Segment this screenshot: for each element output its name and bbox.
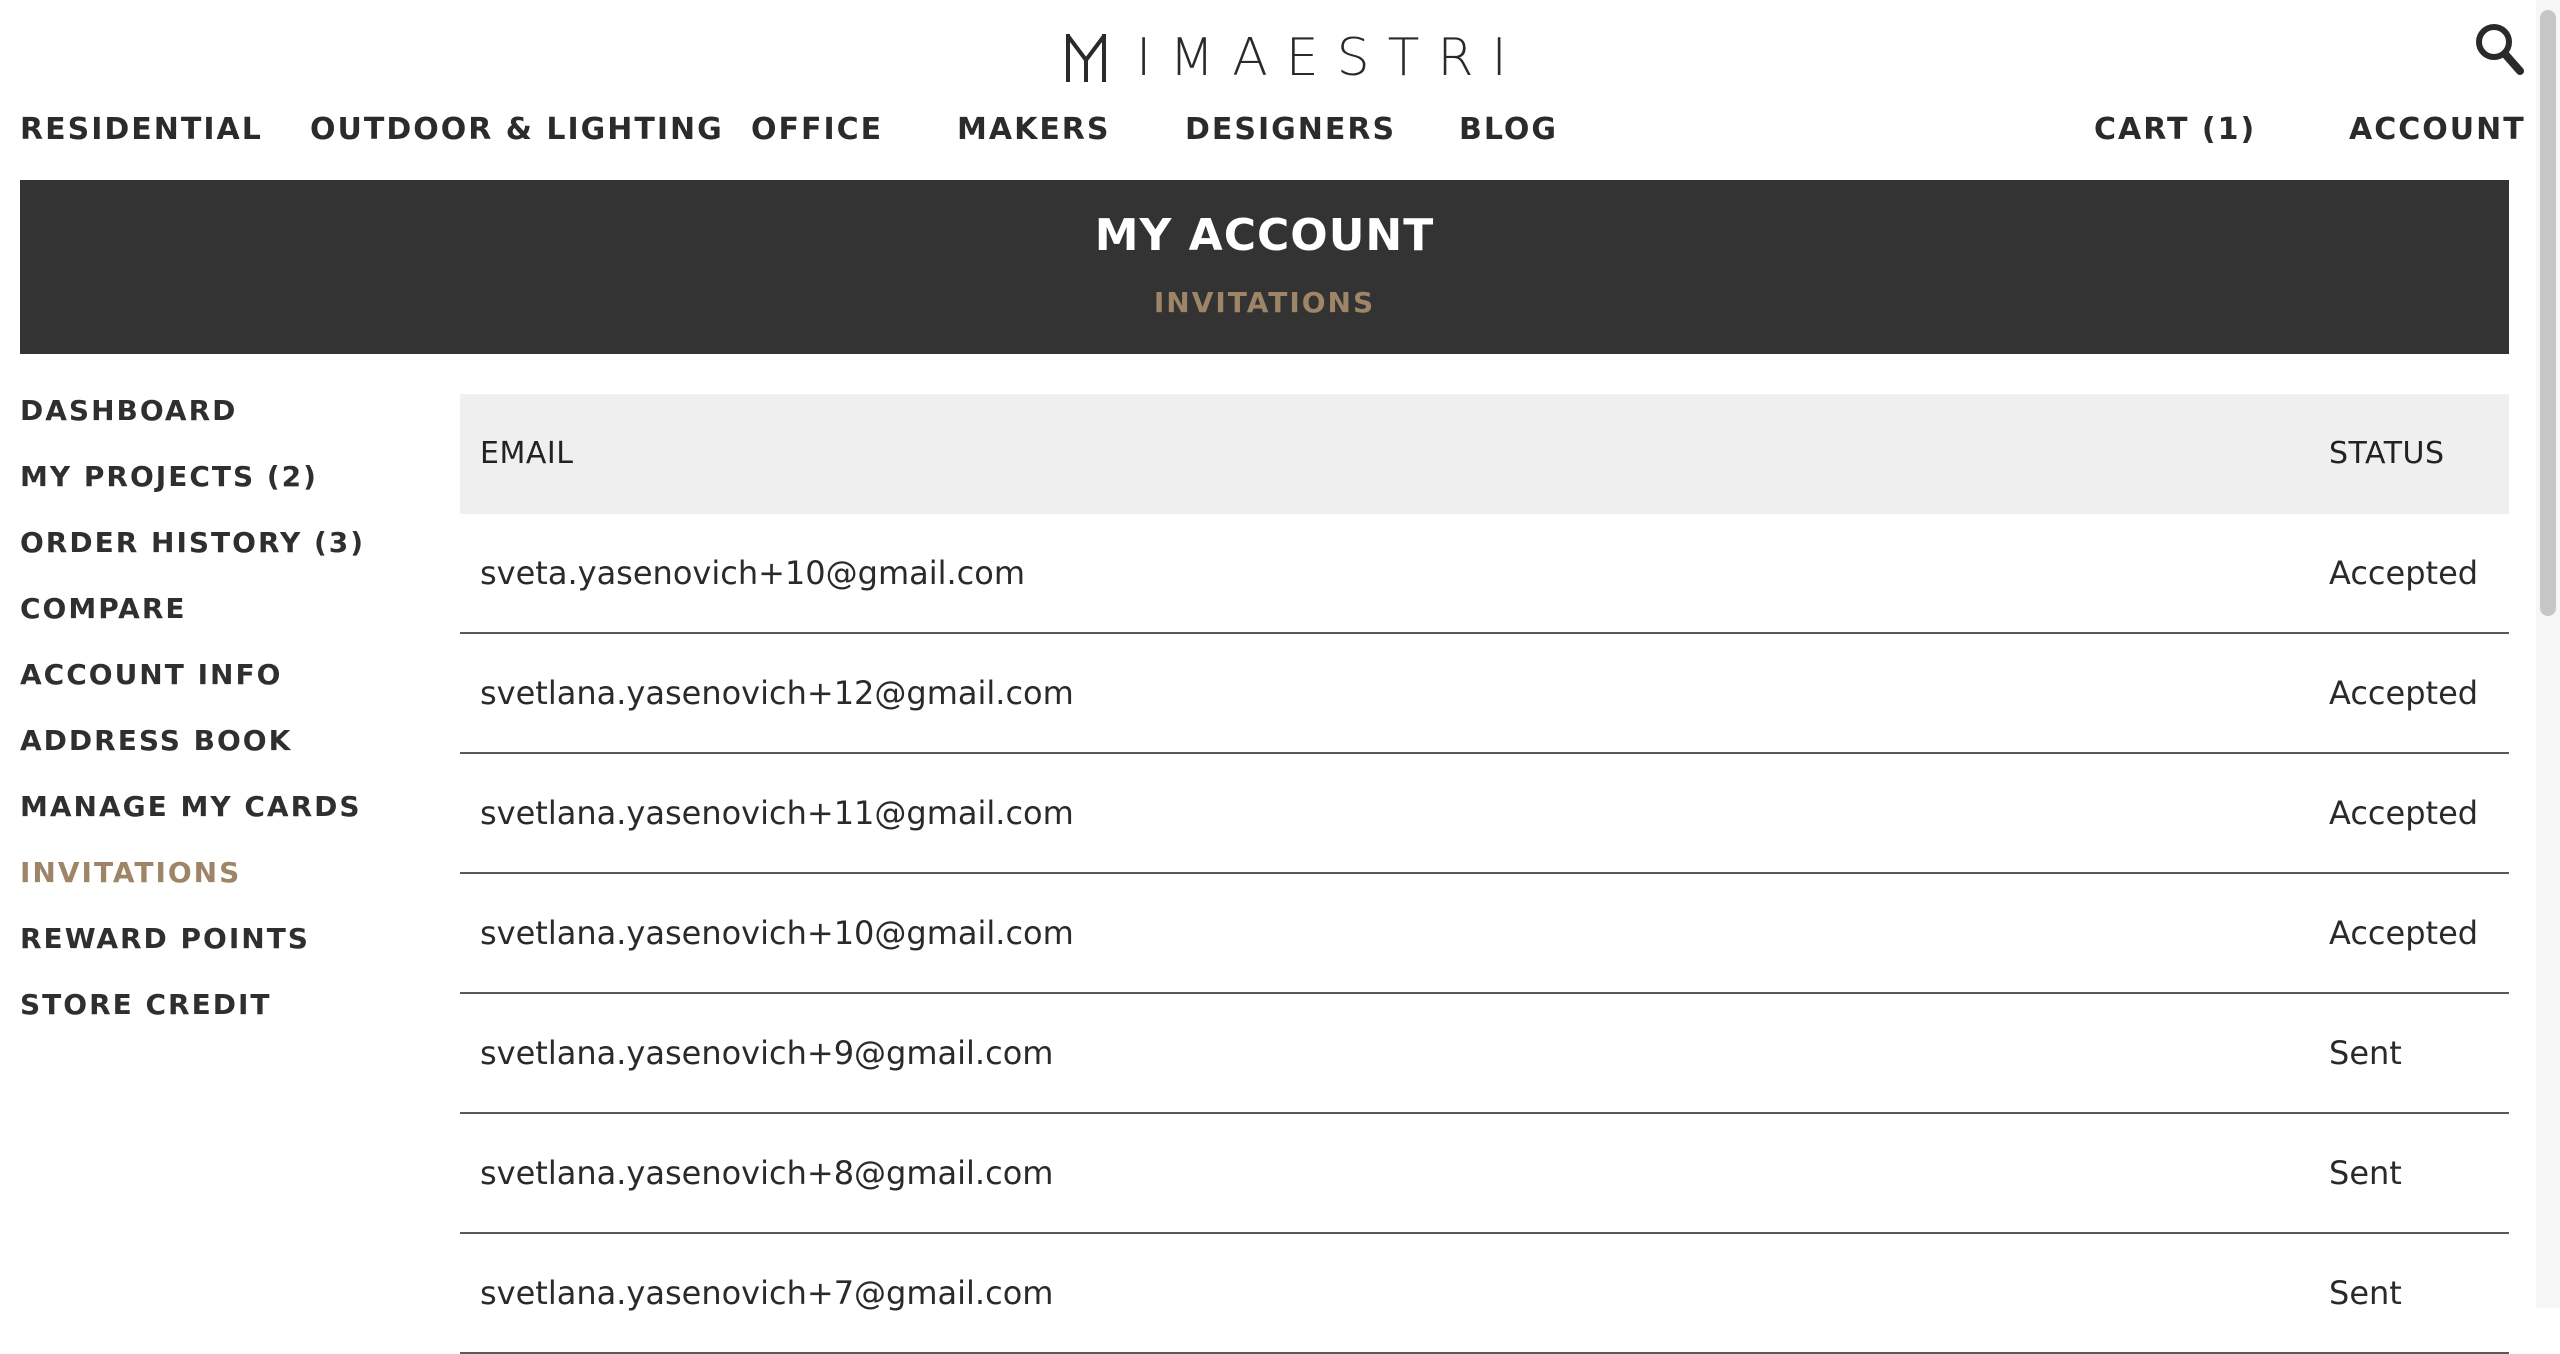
column-header-status: STATUS (2329, 436, 2445, 471)
nav-blog[interactable]: BLOG (1459, 112, 1558, 147)
invitations-table: EMAIL STATUS sveta.yasenovich+10@gmail.c… (460, 394, 2509, 1354)
nav-cart[interactable]: CART (1) (2094, 112, 2256, 147)
site-logo[interactable]: IMAESTRI (1064, 28, 1525, 88)
search-icon[interactable] (2474, 22, 2524, 76)
table-header: EMAIL STATUS (460, 394, 2509, 514)
sidebar-item-address-book[interactable]: ADDRESS BOOK (20, 724, 420, 790)
invitation-status: Accepted (2329, 914, 2479, 952)
page-subtitle: INVITATIONS (1153, 286, 1376, 319)
invitation-email: svetlana.yasenovich+9@gmail.com (480, 1034, 1054, 1072)
table-row: svetlana.yasenovich+10@gmail.com Accepte… (460, 874, 2509, 994)
sidebar-item-reward-points[interactable]: REWARD POINTS (20, 922, 420, 988)
page-title: MY ACCOUNT (1094, 210, 1435, 261)
sidebar-item-invitations[interactable]: INVITATIONS (20, 856, 420, 922)
site-header: IMAESTRI RESIDENTIAL OUTDOOR & LIGHTING … (0, 0, 2560, 180)
table-row: sveta.yasenovich+10@gmail.com Accepted (460, 514, 2509, 634)
page-scrollbar[interactable] (2536, 0, 2560, 1308)
table-row: svetlana.yasenovich+7@gmail.com Sent (460, 1234, 2509, 1354)
column-header-email: EMAIL (480, 436, 574, 471)
account-banner: MY ACCOUNT INVITATIONS (20, 180, 2509, 354)
invitation-email: sveta.yasenovich+10@gmail.com (480, 554, 1026, 592)
nav-account[interactable]: ACCOUNT (2349, 112, 2526, 147)
invitation-status: Accepted (2329, 674, 2479, 712)
invitation-email: svetlana.yasenovich+7@gmail.com (480, 1274, 1054, 1312)
sidebar-item-order-history[interactable]: ORDER HISTORY (3) (20, 526, 420, 592)
invitation-email: svetlana.yasenovich+8@gmail.com (480, 1154, 1054, 1192)
sidebar-item-account-info[interactable]: ACCOUNT INFO (20, 658, 420, 724)
invitation-email: svetlana.yasenovich+11@gmail.com (480, 794, 1074, 832)
table-row: svetlana.yasenovich+11@gmail.com Accepte… (460, 754, 2509, 874)
sidebar-item-manage-cards[interactable]: MANAGE MY CARDS (20, 790, 420, 856)
scrollbar-thumb[interactable] (2540, 10, 2556, 616)
invitation-email: svetlana.yasenovich+12@gmail.com (480, 674, 1074, 712)
invitation-status: Accepted (2329, 794, 2479, 832)
nav-office[interactable]: OFFICE (751, 112, 883, 147)
invitation-status: Sent (2329, 1034, 2402, 1072)
sidebar-item-compare[interactable]: COMPARE (20, 592, 420, 658)
invitation-status: Accepted (2329, 554, 2479, 592)
table-row: svetlana.yasenovich+8@gmail.com Sent (460, 1114, 2509, 1234)
account-sidebar: DASHBOARD MY PROJECTS (2) ORDER HISTORY … (20, 394, 420, 1054)
invitation-status: Sent (2329, 1154, 2402, 1192)
table-row: svetlana.yasenovich+12@gmail.com Accepte… (460, 634, 2509, 754)
invitation-status: Sent (2329, 1274, 2402, 1312)
invitation-email: svetlana.yasenovich+10@gmail.com (480, 914, 1074, 952)
sidebar-item-my-projects[interactable]: MY PROJECTS (2) (20, 460, 420, 526)
nav-outdoor-lighting[interactable]: OUTDOOR & LIGHTING (310, 112, 724, 147)
brand-name: IMAESTRI (1136, 28, 1525, 88)
nav-makers[interactable]: MAKERS (957, 112, 1111, 147)
table-row: svetlana.yasenovich+9@gmail.com Sent (460, 994, 2509, 1114)
nav-residential[interactable]: RESIDENTIAL (20, 112, 263, 147)
logo-mark-icon (1066, 34, 1106, 82)
sidebar-item-dashboard[interactable]: DASHBOARD (20, 394, 420, 460)
sidebar-item-store-credit[interactable]: STORE CREDIT (20, 988, 420, 1054)
nav-designers[interactable]: DESIGNERS (1185, 112, 1396, 147)
